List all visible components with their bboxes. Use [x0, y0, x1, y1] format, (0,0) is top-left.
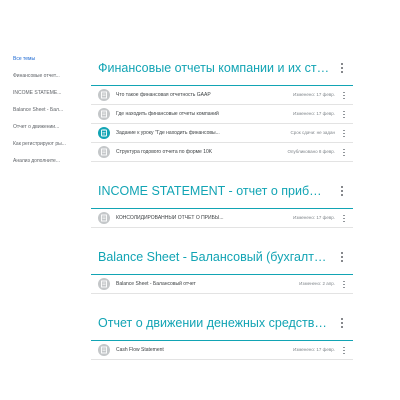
classwork-stream: Финансовые отчеты компании и их структур…	[91, 56, 353, 360]
sidebar-item-all-topics[interactable]: Все темы	[0, 56, 66, 73]
more-vert-icon[interactable]	[337, 61, 347, 75]
sidebar-item-balance-sheet[interactable]: Balance Sheet - Бал...	[0, 107, 66, 124]
list-item[interactable]: КОНСОЛИДИРОВАННЫЙ ОТЧЕТ О ПРИБЫ... Измен…	[91, 209, 353, 228]
topic-title[interactable]: Отчет о движении денежных средств Cash F…	[98, 315, 330, 332]
topic-section: Balance Sheet - Балансовый (бухгалтерски…	[91, 245, 353, 294]
more-vert-icon[interactable]	[340, 128, 348, 139]
sidebar-item-income-statement[interactable]: INCOME STATEME...	[0, 90, 66, 107]
list-item[interactable]: Balance Sheet - Балансовый отчет Изменен…	[91, 275, 353, 294]
more-vert-icon[interactable]	[340, 213, 348, 224]
item-meta: Изменено: 17 февр.	[293, 215, 335, 220]
item-title: Cash Flow Statement	[116, 347, 164, 353]
sidebar-item-analysis[interactable]: Анализ дополните...	[0, 158, 66, 175]
material-icon	[98, 89, 110, 101]
topic-header: Balance Sheet - Балансовый (бухгалтерски…	[91, 245, 353, 275]
item-title: Что такое финансовая отчетность GAAP	[116, 92, 211, 98]
material-icon	[98, 108, 110, 120]
item-title: Где находить финансовые отчеты компаний	[116, 111, 219, 117]
list-item[interactable]: Cash Flow Statement Изменено: 17 февр.	[91, 341, 353, 360]
item-title: Задание к уроку "Где находить финансовы.…	[116, 130, 220, 136]
item-meta: Изменено: 17 февр.	[293, 347, 335, 352]
more-vert-icon[interactable]	[340, 279, 348, 290]
topic-section: Финансовые отчеты компании и их структур…	[91, 56, 353, 162]
topic-section: Отчет о движении денежных средств Cash F…	[91, 311, 353, 360]
more-vert-icon[interactable]	[337, 316, 347, 330]
more-vert-icon[interactable]	[340, 147, 348, 158]
list-item[interactable]: Структура годового отчета по форме 10K О…	[91, 143, 353, 162]
topic-section: INCOME STATEMENT - отчет о прибыли и убы…	[91, 179, 353, 228]
list-item[interactable]: Что такое финансовая отчетность GAAP Изм…	[91, 86, 353, 105]
sidebar-item-registration[interactable]: Как регистрируют ры...	[0, 141, 66, 158]
item-title: КОНСОЛИДИРОВАННЫЙ ОТЧЕТ О ПРИБЫ...	[116, 215, 224, 221]
assignment-icon	[98, 127, 110, 139]
item-meta: Изменено: 17 февр.	[293, 111, 335, 116]
topic-title[interactable]: Balance Sheet - Балансовый (бухгалтерски…	[98, 249, 330, 266]
sidebar-item-financial-reports[interactable]: Финансовые отчет...	[0, 73, 66, 90]
more-vert-icon[interactable]	[340, 109, 348, 120]
material-icon	[98, 278, 110, 290]
item-title: Структура годового отчета по форме 10K	[116, 149, 213, 155]
material-icon	[98, 344, 110, 356]
list-item[interactable]: Где находить финансовые отчеты компаний …	[91, 105, 353, 124]
item-meta: Изменено: 17 февр.	[293, 92, 335, 97]
topic-title[interactable]: Финансовые отчеты компании и их структур…	[98, 60, 330, 77]
topic-title[interactable]: INCOME STATEMENT - отчет о прибыли и убы…	[98, 183, 330, 200]
list-item[interactable]: Задание к уроку "Где находить финансовы.…	[91, 124, 353, 143]
topics-sidebar: Все темы Финансовые отчет... INCOME STAT…	[0, 56, 66, 175]
topic-header: Финансовые отчеты компании и их структур…	[91, 56, 353, 86]
more-vert-icon[interactable]	[340, 345, 348, 356]
topic-header: INCOME STATEMENT - отчет о прибыли и убы…	[91, 179, 353, 209]
sidebar-item-cash-flow[interactable]: Отчет о движении...	[0, 124, 66, 141]
material-icon	[98, 212, 110, 224]
topic-header: Отчет о движении денежных средств Cash F…	[91, 311, 353, 341]
material-icon	[98, 146, 110, 158]
more-vert-icon[interactable]	[340, 90, 348, 101]
item-meta: Опубликовано 8 февр.	[287, 149, 335, 154]
item-title: Balance Sheet - Балансовый отчет	[116, 281, 196, 287]
more-vert-icon[interactable]	[337, 184, 347, 198]
more-vert-icon[interactable]	[337, 250, 347, 264]
item-meta: Изменено: 2 апр.	[299, 281, 335, 286]
item-meta: Срок сдачи: не задан	[290, 130, 335, 135]
